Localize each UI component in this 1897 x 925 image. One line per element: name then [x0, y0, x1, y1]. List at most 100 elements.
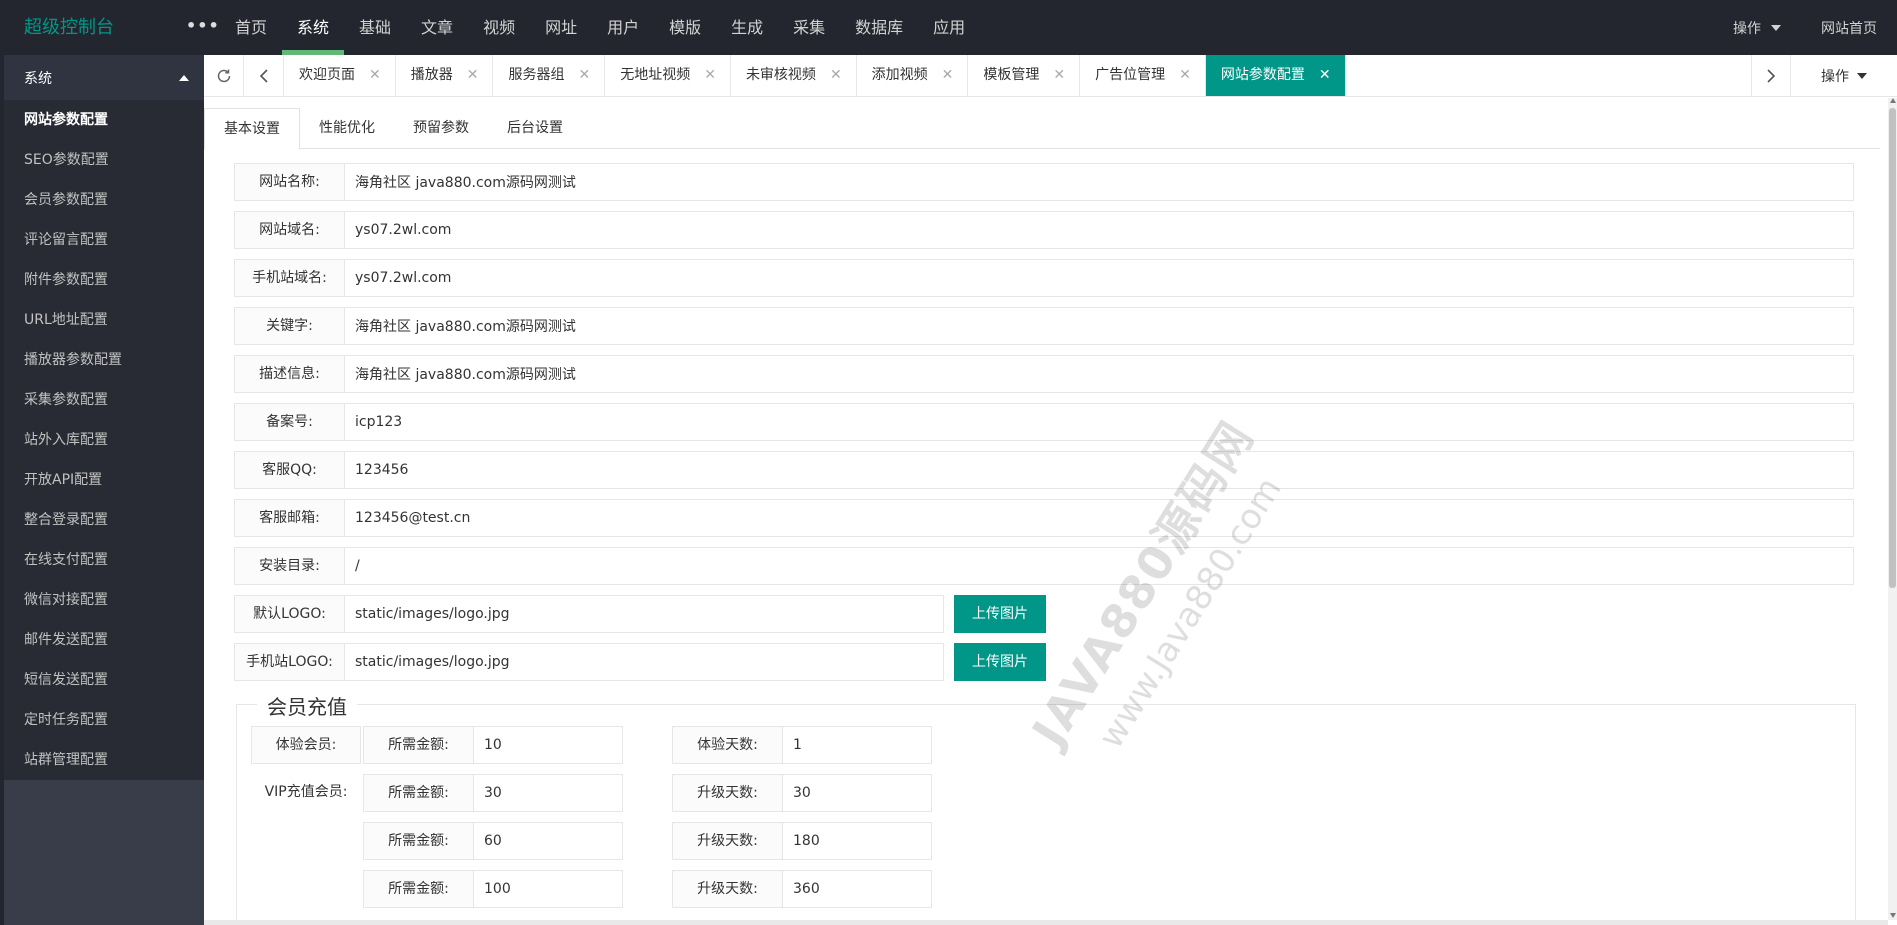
sidebar-item-payment-config[interactable]: 在线支付配置 — [4, 540, 204, 580]
tab-scroll-left-button[interactable] — [244, 55, 284, 96]
vip-amount-input[interactable] — [473, 822, 623, 860]
sidebar-item-import-config[interactable]: 站外入库配置 — [4, 420, 204, 460]
tab-template-manage[interactable]: 模板管理 ✕ — [968, 55, 1081, 96]
top-nav-item-video[interactable]: 视频 — [468, 0, 530, 55]
close-icon[interactable]: ✕ — [942, 55, 954, 96]
vip-amount-input[interactable] — [473, 774, 623, 812]
mobile-domain-input[interactable] — [344, 259, 1854, 297]
sidebar-item-member-config[interactable]: 会员参数配置 — [4, 180, 204, 220]
brand-title[interactable]: 超级控制台 — [24, 0, 114, 55]
sidebar-item-attachment-config[interactable]: 附件参数配置 — [4, 260, 204, 300]
sidebar-item-sitegroup-config[interactable]: 站群管理配置 — [4, 740, 204, 780]
vip-amount-row: 所需金额: — [363, 774, 623, 812]
sidebar-item-seo-config[interactable]: SEO参数配置 — [4, 140, 204, 180]
icp-input[interactable] — [344, 403, 1854, 441]
tab-no-address-video[interactable]: 无地址视频 ✕ — [605, 55, 731, 96]
sidebar-item-task-config[interactable]: 定时任务配置 — [4, 700, 204, 740]
chevron-up-icon — [179, 74, 189, 81]
top-nav-item-collect[interactable]: 采集 — [778, 0, 840, 55]
sidebar-item-sms-config[interactable]: 短信发送配置 — [4, 660, 204, 700]
vip-days-input[interactable] — [782, 822, 932, 860]
vip-days-input[interactable] — [782, 870, 932, 908]
vip-amount-input[interactable] — [473, 870, 623, 908]
tab-reserved-params[interactable]: 预留参数 — [394, 108, 488, 149]
form-row-default-logo: 默认LOGO: 上传图片 — [234, 595, 1046, 633]
sidebar-item-wechat-config[interactable]: 微信对接配置 — [4, 580, 204, 620]
default-logo-input[interactable] — [344, 595, 944, 633]
sidebar-item-url-config[interactable]: URL地址配置 — [4, 300, 204, 340]
top-nav-item-template[interactable]: 模版 — [654, 0, 716, 55]
service-qq-input[interactable] — [344, 451, 1854, 489]
vertical-scrollbar[interactable] — [1888, 98, 1897, 920]
site-home-link[interactable]: 网站首页 — [1801, 18, 1897, 38]
top-nav-item-app[interactable]: 应用 — [918, 0, 980, 55]
tab-basic-settings[interactable]: 基本设置 — [204, 108, 300, 150]
tab-performance[interactable]: 性能优化 — [300, 108, 394, 149]
tab-welcome[interactable]: 欢迎页面 ✕ — [284, 55, 396, 96]
refresh-button[interactable] — [204, 55, 244, 96]
top-nav-item-database[interactable]: 数据库 — [840, 0, 918, 55]
vip-days-input[interactable] — [782, 774, 932, 812]
close-icon[interactable]: ✕ — [369, 55, 381, 96]
tab-ad-manage[interactable]: 广告位管理 ✕ — [1080, 55, 1206, 96]
close-icon[interactable]: ✕ — [1179, 55, 1191, 96]
sidebar-item-collect-config[interactable]: 采集参数配置 — [4, 380, 204, 420]
field-label: 网站名称: — [234, 163, 344, 201]
vip-days-row: 升级天数: — [672, 822, 932, 860]
sidebar-item-comment-config[interactable]: 评论留言配置 — [4, 220, 204, 260]
mobile-logo-input[interactable] — [344, 643, 944, 681]
scroll-down-icon[interactable] — [1890, 913, 1896, 918]
service-email-input[interactable] — [344, 499, 1854, 537]
description-input[interactable] — [344, 355, 1854, 393]
close-icon[interactable]: ✕ — [578, 55, 590, 96]
top-nav-item-url[interactable]: 网址 — [530, 0, 592, 55]
tab-server-group[interactable]: 服务器组 ✕ — [493, 55, 606, 96]
close-icon[interactable]: ✕ — [1053, 55, 1065, 96]
trial-amount-input[interactable] — [473, 726, 623, 764]
top-nav-item-system[interactable]: 系统 — [282, 0, 345, 55]
top-nav-item-basic[interactable]: 基础 — [344, 0, 406, 55]
top-nav-item-home[interactable]: 首页 — [220, 0, 282, 55]
top-nav-item-generate[interactable]: 生成 — [716, 0, 778, 55]
tab-add-video[interactable]: 添加视频 ✕ — [857, 55, 969, 96]
amount-label: 所需金额: — [363, 774, 473, 812]
tab-label: 网站参数配置 — [1220, 67, 1305, 83]
tab-admin-settings[interactable]: 后台设置 — [488, 108, 582, 149]
top-nav-item-article[interactable]: 文章 — [406, 0, 468, 55]
horizontal-scrollbar[interactable] — [204, 920, 1888, 925]
ops-menu-label: 操作 — [1733, 20, 1761, 37]
ops-menu[interactable]: 操作 — [1713, 18, 1801, 38]
tab-scroll-right-button[interactable] — [1751, 55, 1791, 96]
sidebar-item-email-config[interactable]: 邮件发送配置 — [4, 620, 204, 660]
scroll-up-icon[interactable] — [1890, 98, 1896, 103]
scrollbar-thumb[interactable] — [1889, 108, 1896, 588]
top-nav-item-user[interactable]: 用户 — [592, 0, 654, 55]
trial-days-row: 体验天数: — [672, 726, 932, 764]
site-name-input[interactable] — [344, 163, 1854, 201]
form-row-service-email: 客服邮箱: — [234, 499, 1854, 537]
close-icon[interactable]: ✕ — [467, 55, 479, 96]
tab-site-config[interactable]: 网站参数配置 ✕ — [1205, 55, 1346, 96]
sidebar-item-api-config[interactable]: 开放API配置 — [4, 460, 204, 500]
close-icon[interactable]: ✕ — [1319, 55, 1331, 96]
more-menu-icon[interactable]: ••• — [186, 0, 220, 55]
tab-ops-menu[interactable]: 操作 — [1791, 55, 1897, 96]
close-icon[interactable]: ✕ — [830, 55, 842, 96]
keywords-input[interactable] — [344, 307, 1854, 345]
site-domain-input[interactable] — [344, 211, 1854, 249]
trial-days-input[interactable] — [782, 726, 932, 764]
sidebar-item-player-config[interactable]: 播放器参数配置 — [4, 340, 204, 380]
upload-mobile-logo-button[interactable]: 上传图片 — [954, 643, 1046, 681]
upgrade-days-label: 升级天数: — [672, 774, 782, 812]
sidebar-item-site-config[interactable]: 网站参数配置 — [4, 100, 204, 140]
upload-default-logo-button[interactable]: 上传图片 — [954, 595, 1046, 633]
field-label: 关键字: — [234, 307, 344, 345]
tab-strip: 欢迎页面 ✕ 播放器 ✕ 服务器组 ✕ 无地址视频 ✕ 未审核视频 ✕ 添加视频 ✕ 模板管… — [204, 55, 1897, 97]
trial-days-label: 体验天数: — [672, 726, 782, 764]
sidebar-section-header[interactable]: 系统 — [4, 55, 204, 100]
tab-unreviewed-video[interactable]: 未审核视频 ✕ — [731, 55, 857, 96]
install-dir-input[interactable] — [344, 547, 1854, 585]
close-icon[interactable]: ✕ — [704, 55, 716, 96]
tab-player[interactable]: 播放器 ✕ — [396, 55, 494, 96]
sidebar-item-login-config[interactable]: 整合登录配置 — [4, 500, 204, 540]
